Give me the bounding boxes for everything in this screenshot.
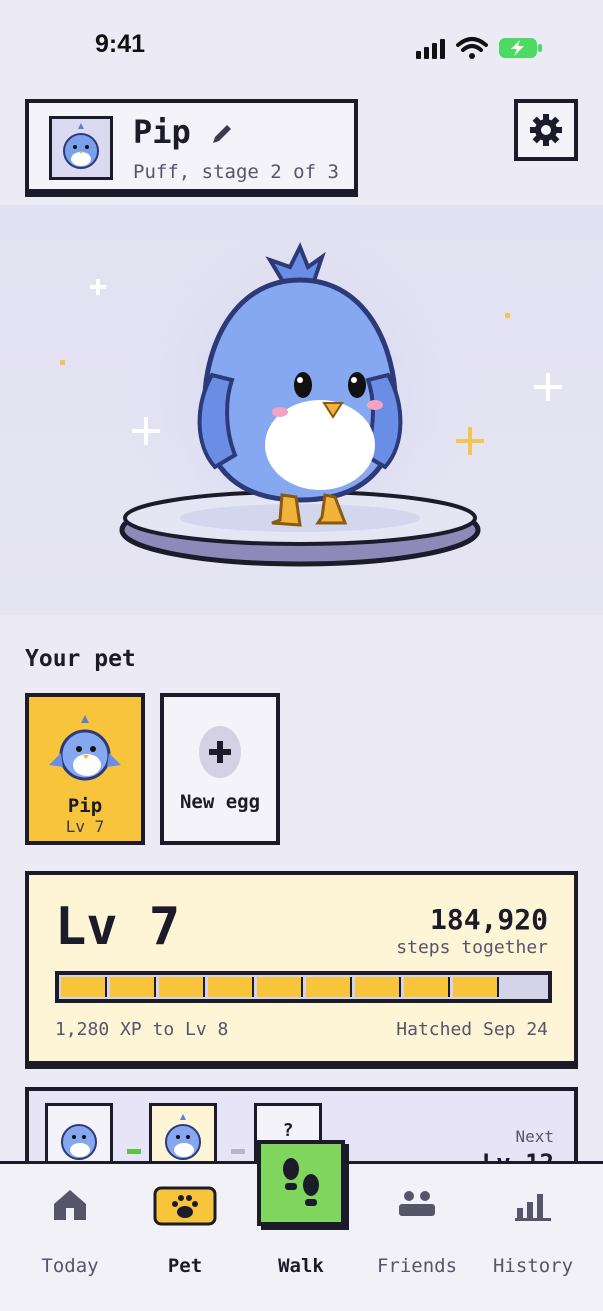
pet-avatar [49, 116, 113, 180]
steps-label: steps together [396, 937, 548, 958]
battery-charging-icon [499, 38, 542, 58]
egg-plus-icon [199, 726, 241, 778]
your-pet-title: Your pet [25, 646, 136, 672]
wifi-icon [456, 37, 488, 59]
xp-segment [61, 977, 107, 997]
friends-icon [399, 1191, 435, 1216]
nav-label: Today [41, 1255, 99, 1277]
level-value: Lv 7 [55, 897, 181, 957]
xp-segment [159, 977, 205, 997]
new-egg-tile[interactable]: New egg [160, 693, 280, 845]
xp-to-next-level: 1,280 XP to Lv 8 [55, 1019, 229, 1040]
pip-thumbnail [49, 715, 121, 781]
evolution-connector [231, 1149, 245, 1154]
cellular-signal-icon [416, 39, 445, 59]
bar-chart-icon [515, 1194, 551, 1221]
hatched-date: Hatched Sep 24 [396, 1019, 548, 1040]
steps-count: 184,920 [429, 903, 548, 936]
xp-segment [502, 977, 546, 997]
xp-segment [306, 977, 352, 997]
nav-friends[interactable]: Friends [362, 1186, 472, 1281]
tile-name: New egg [179, 791, 261, 813]
xp-segment [404, 977, 450, 997]
level-card: Lv 7 184,920 steps together 1,280 XP to … [25, 871, 578, 1065]
nav-pet[interactable]: Pet [130, 1186, 240, 1281]
xp-progress-bar [55, 971, 552, 1003]
pet-name: Pip [133, 113, 191, 151]
xp-segment [355, 977, 401, 997]
footprints-icon [283, 1158, 319, 1206]
status-time: 9:41 [95, 30, 146, 58]
next-label: Next [515, 1127, 554, 1146]
nav-today[interactable]: Today [15, 1186, 125, 1281]
pet-stage: Puff, stage 2 of 3 [133, 161, 339, 183]
xp-segment [453, 977, 499, 997]
evolution-connector [127, 1149, 141, 1154]
nav-label: Pet [167, 1255, 203, 1277]
pet-tile-pip[interactable]: Pip Lv 7 [25, 693, 145, 845]
xp-segment [208, 977, 254, 997]
settings-button[interactable] [514, 99, 578, 161]
edit-pencil-icon[interactable] [209, 121, 235, 147]
tile-name: Pip [67, 795, 103, 817]
xp-segment [110, 977, 156, 997]
nav-history[interactable]: History [478, 1186, 588, 1281]
nav-label: Walk [278, 1255, 324, 1277]
xp-segment [257, 977, 303, 997]
gear-icon [530, 114, 562, 146]
nav-label: History [492, 1255, 574, 1277]
pet-header-card[interactable]: Pip Puff, stage 2 of 3 [25, 99, 358, 193]
pet-hero-scene [0, 205, 603, 615]
home-icon [54, 1190, 86, 1220]
paw-icon [153, 1186, 217, 1226]
walk-button[interactable] [257, 1140, 345, 1226]
nav-label: Friends [376, 1255, 458, 1277]
tile-level: Lv 7 [65, 817, 105, 836]
